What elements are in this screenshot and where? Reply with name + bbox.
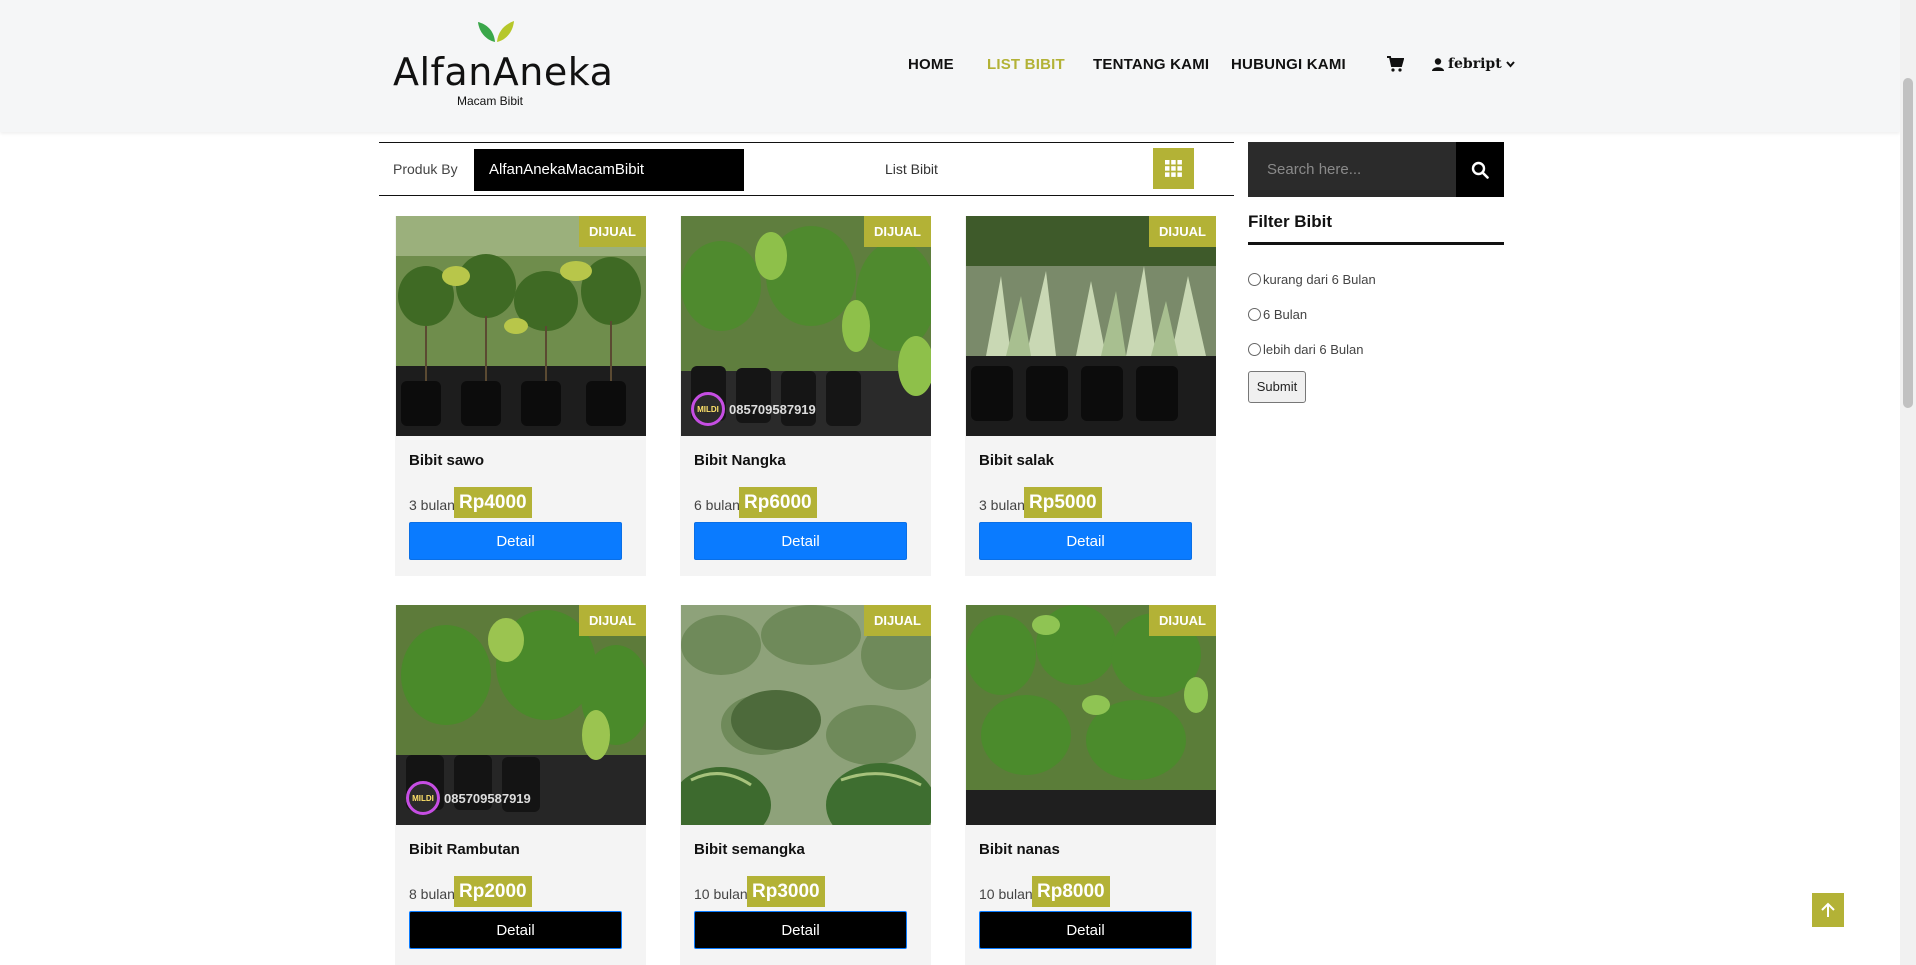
search-button[interactable] [1456, 142, 1504, 197]
status-badge: DIJUAL [1149, 605, 1216, 636]
watermark: MILDI 085709587919 [406, 781, 531, 815]
product-card: DIJUAL Bibit nanas 10 bulan Rp8000 Detai… [965, 605, 1216, 965]
detail-button[interactable]: Detail [979, 911, 1192, 949]
plant-photo [681, 605, 931, 825]
back-to-top-button[interactable] [1812, 893, 1844, 927]
user-menu[interactable]: febript [1432, 56, 1515, 72]
watermark-logo-icon: MILDI [691, 392, 725, 426]
grid-icon [1165, 160, 1182, 177]
product-image[interactable]: MILDI 085709587919 DIJUAL [681, 216, 931, 436]
filter-option-label: lebih dari 6 Bulan [1263, 342, 1364, 357]
filter-option[interactable]: lebih dari 6 Bulan [1248, 342, 1363, 357]
plant-photo [396, 216, 646, 436]
product-price: Rp3000 [747, 876, 825, 907]
list-bibit-label: List Bibit [885, 161, 938, 177]
product-name[interactable]: Bibit Rambutan [409, 841, 520, 858]
product-age: 3 bulan [409, 497, 455, 513]
filter-option-label: kurang dari 6 Bulan [1263, 272, 1376, 287]
brand-name: AlfanAneka [393, 50, 614, 94]
product-card: DIJUAL Bibit salak 3 bulan Rp5000 Detail [965, 216, 1216, 576]
product-price: Rp6000 [739, 487, 817, 518]
filter-option-label: 6 Bulan [1263, 307, 1308, 322]
product-price: Rp2000 [454, 876, 532, 907]
product-image[interactable]: DIJUAL [681, 605, 931, 825]
product-toolbar: Produk By AlfanAnekaMacamBibit List Bibi… [379, 142, 1234, 196]
status-badge: DIJUAL [864, 605, 931, 636]
product-age: 10 bulan [979, 886, 1033, 902]
user-icon [1432, 57, 1444, 71]
search-icon [1471, 161, 1489, 179]
detail-button[interactable]: Detail [694, 522, 907, 560]
filter-title: Filter Bibit [1248, 212, 1333, 231]
product-image[interactable]: DIJUAL [396, 216, 646, 436]
detail-button[interactable]: Detail [409, 911, 622, 949]
grid-view-button[interactable] [1153, 148, 1194, 189]
product-card: DIJUAL Bibit sawo 3 bulan Rp4000 Detail [395, 216, 646, 576]
site-header: AlfanAneka Macam Bibit HOME LIST BIBIT T… [0, 0, 1900, 132]
search-input[interactable] [1248, 142, 1456, 197]
product-price: Rp5000 [1024, 487, 1102, 518]
product-age: 6 bulan [694, 497, 740, 513]
product-image[interactable]: DIJUAL [966, 605, 1216, 825]
product-name[interactable]: Bibit nanas [979, 841, 1060, 858]
scrollbar-thumb[interactable] [1903, 78, 1913, 408]
detail-button[interactable]: Detail [979, 522, 1192, 560]
radio-button[interactable] [1248, 343, 1261, 356]
product-name[interactable]: Bibit salak [979, 452, 1054, 469]
product-card: MILDI 085709587919 DIJUAL Bibit Rambutan… [395, 605, 646, 965]
brand-tagline: Macam Bibit [457, 94, 524, 108]
cart-icon[interactable] [1386, 55, 1404, 73]
product-image[interactable]: MILDI 085709587919 DIJUAL [396, 605, 646, 825]
filter-option[interactable]: kurang dari 6 Bulan [1248, 272, 1376, 287]
product-age: 8 bulan [409, 886, 455, 902]
produk-by-label: Produk By [393, 161, 458, 177]
detail-button[interactable]: Detail [694, 911, 907, 949]
radio-button[interactable] [1248, 308, 1261, 321]
filter-option[interactable]: 6 Bulan [1248, 307, 1307, 322]
watermark-logo-icon: MILDI [406, 781, 440, 815]
radio-button[interactable] [1248, 273, 1261, 286]
filter-divider [1248, 242, 1504, 245]
product-name[interactable]: Bibit Nangka [694, 452, 786, 469]
product-age: 10 bulan [694, 886, 748, 902]
nav-list-bibit[interactable]: LIST BIBIT [987, 56, 1065, 73]
submit-button[interactable]: Submit [1248, 371, 1306, 403]
product-name[interactable]: Bibit sawo [409, 452, 484, 469]
product-card: DIJUAL Bibit semangka 10 bulan Rp3000 De… [680, 605, 931, 965]
status-badge: DIJUAL [864, 216, 931, 247]
leaf-logo-icon [478, 21, 514, 42]
search-box [1248, 142, 1504, 197]
detail-button[interactable]: Detail [409, 522, 622, 560]
product-price: Rp4000 [454, 487, 532, 518]
produk-by-value[interactable]: AlfanAnekaMacamBibit [474, 149, 744, 191]
product-name[interactable]: Bibit semangka [694, 841, 805, 858]
product-price: Rp8000 [1032, 876, 1110, 907]
watermark: MILDI 085709587919 [691, 392, 816, 426]
brand-logo[interactable]: AlfanAneka Macam Bibit [392, 16, 613, 111]
product-card: MILDI 085709587919 DIJUAL Bibit Nangka 6… [680, 216, 931, 576]
nav-hubungi-kami[interactable]: HUBUNGI KAMI [1231, 56, 1346, 73]
arrow-up-icon [1821, 902, 1835, 917]
status-badge: DIJUAL [579, 216, 646, 247]
status-badge: DIJUAL [579, 605, 646, 636]
product-age: 3 bulan [979, 497, 1025, 513]
plant-photo [966, 605, 1216, 825]
plant-photo [966, 216, 1216, 436]
nav-home[interactable]: HOME [908, 56, 954, 73]
status-badge: DIJUAL [1149, 216, 1216, 247]
chevron-down-icon [1505, 60, 1515, 68]
nav-tentang-kami[interactable]: TENTANG KAMI [1093, 56, 1209, 73]
product-image[interactable]: DIJUAL [966, 216, 1216, 436]
user-name: febript [1448, 56, 1502, 72]
